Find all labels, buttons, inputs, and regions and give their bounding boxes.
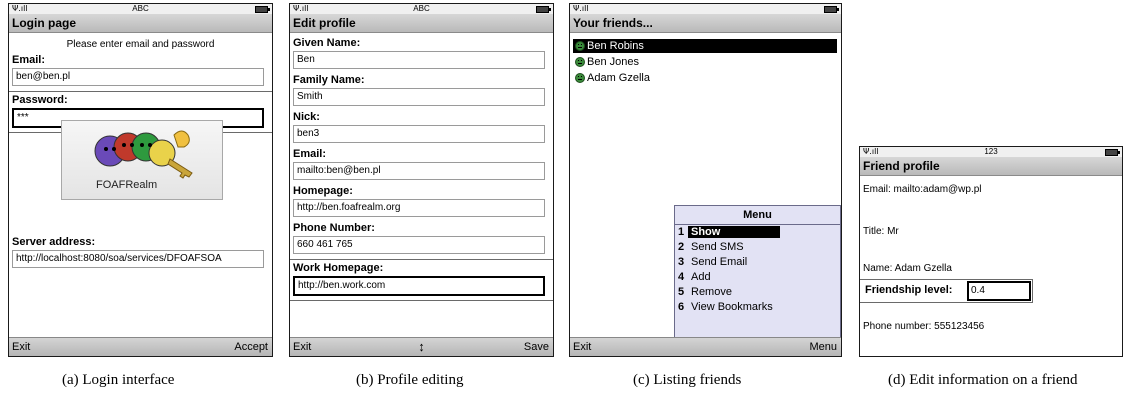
accept-softkey[interactable]: Accept	[234, 338, 268, 356]
nick-field[interactable]: ben3	[293, 125, 545, 143]
work-homepage-field[interactable]: http://ben.work.com	[293, 276, 545, 296]
family-name-label: Family Name:	[293, 74, 365, 86]
menu-item-label: Show	[688, 226, 781, 238]
friend-list-item[interactable]: Ben Robins	[573, 39, 837, 53]
menu-item-send-email[interactable]: 3 Send Email	[675, 255, 840, 270]
input-mode: ABC	[413, 4, 430, 13]
friend-phone-number: Phone number: 555123456	[863, 321, 985, 332]
exit-softkey[interactable]: Exit	[12, 338, 30, 356]
menu-item-label: Send SMS	[691, 241, 744, 253]
server-address-field[interactable]: http://localhost:8080/soa/services/DFOAF…	[12, 250, 264, 268]
status-bar: Ψ.ıll	[570, 4, 841, 14]
input-mode: 123	[984, 147, 998, 156]
save-softkey[interactable]: Save	[524, 338, 549, 356]
password-label: Password:	[12, 94, 68, 106]
battery-icon	[1105, 149, 1120, 156]
friend-name: Adam Gzella	[587, 72, 650, 84]
friendship-level-label: Friendship level:	[865, 284, 953, 296]
menu-item-number: 2	[678, 241, 685, 253]
status-bar: Ψ.ıll ABC	[290, 4, 553, 14]
caption-c: (c) Listing friends	[633, 372, 742, 388]
family-name-field[interactable]: Smith	[293, 88, 545, 106]
input-mode: ABC	[132, 4, 149, 13]
email-field[interactable]: mailto:ben@ben.pl	[293, 162, 545, 180]
battery-icon	[255, 6, 270, 13]
given-name-field[interactable]: Ben	[293, 51, 545, 69]
signal-strength-icon: Ψ.ıll	[573, 4, 589, 13]
friend-name: Name: Adam Gzella	[863, 263, 952, 274]
menu-item-send-sms[interactable]: 2 Send SMS	[675, 240, 840, 255]
friendship-level-row: Friendship level: 0.4	[860, 279, 1033, 303]
screen-title: Edit profile	[290, 14, 553, 33]
email-field[interactable]: ben@ben.pl	[12, 68, 264, 86]
login-instruction: Please enter email and password	[66, 39, 215, 50]
options-menu: Menu 1 Show 2 Send SMS 3 Send Email 4 Add 5R…	[674, 205, 841, 356]
friend-list-item[interactable]: Ben Jones	[573, 55, 837, 69]
friend-name: Ben Jones	[587, 56, 639, 68]
friend-profile-screen: Ψ.ıll 123 Friend profile Email: mailto:a…	[859, 146, 1123, 357]
email-label: Email:	[293, 148, 327, 160]
screen-title: Friend profile	[860, 157, 1122, 176]
menu-item-show[interactable]: 1 Show	[675, 225, 840, 240]
menu-item-label: Remove	[691, 286, 732, 298]
exit-softkey[interactable]: Exit	[573, 338, 591, 356]
homepage-field[interactable]: http://ben.foafrealm.org	[293, 199, 545, 217]
menu-item-label: Add	[691, 271, 711, 283]
smiley-icon	[575, 57, 585, 67]
friend-email: Email: mailto:adam@wp.pl	[863, 184, 982, 195]
server-address-label: Server address:	[12, 236, 96, 248]
caption-b: (b) Profile editing	[356, 372, 464, 388]
menu-item-number: 1	[678, 226, 685, 238]
battery-icon	[824, 6, 839, 13]
login-screen: Ψ.ıll ABC Login page Please enter email …	[8, 3, 273, 357]
menu-item-label: Send Email	[691, 256, 748, 268]
homepage-label: Homepage:	[293, 185, 353, 197]
friend-list-item[interactable]: Adam Gzella	[573, 71, 837, 85]
menu-item-add[interactable]: 4 Add	[675, 270, 840, 285]
menu-item-remove[interactable]: 5 Remove	[675, 285, 840, 300]
screen-title: Your friends...	[570, 14, 841, 33]
smiley-icon	[575, 73, 585, 83]
smiley-icon	[575, 41, 585, 51]
logo-text: FOAFRealm	[96, 179, 158, 191]
menu-title: Menu	[675, 206, 840, 225]
status-bar: Ψ.ıll 123	[860, 147, 1122, 157]
foafrealm-logo: FOAFRealm	[61, 120, 223, 200]
friends-list-screen: Ψ.ıll Your friends... Ben Robins Ben Jon…	[569, 3, 842, 357]
softkey-bar: Exit Accept	[9, 337, 272, 356]
phone-number-label: Phone Number:	[293, 222, 375, 234]
menu-item-number: 5	[678, 286, 685, 298]
phone-number-field[interactable]: 660 461 765	[293, 236, 545, 254]
menu-item-number: 6	[678, 301, 685, 313]
menu-item-number: 4	[678, 271, 685, 283]
scroll-arrows-icon: ↕	[418, 339, 425, 354]
menu-softkey[interactable]: Menu	[809, 338, 837, 356]
edit-profile-screen: Ψ.ıll ABC Edit profile Given Name: Ben F…	[289, 3, 554, 357]
friend-name: Ben Robins	[587, 40, 644, 52]
status-bar: Ψ.ıll ABC	[9, 4, 272, 14]
given-name-label: Given Name:	[293, 37, 361, 49]
work-homepage-label: Work Homepage:	[293, 262, 384, 274]
screen-title: Login page	[9, 14, 272, 33]
menu-item-label: View Bookmarks	[691, 301, 773, 313]
caption-a: (a) Login interface	[62, 372, 175, 388]
email-label: Email:	[12, 54, 46, 66]
caption-d: (d) Edit information on a friend	[888, 372, 1078, 388]
battery-icon	[536, 6, 551, 13]
friend-title: Title: Mr	[863, 226, 899, 237]
menu-item-view-bookmarks[interactable]: 6 View Bookmarks	[675, 300, 840, 315]
softkey-bar: Exit ↕ Save	[290, 337, 553, 356]
nick-label: Nick:	[293, 111, 320, 123]
menu-item-number: 3	[678, 256, 685, 268]
friendship-level-field[interactable]: 0.4	[967, 281, 1031, 301]
softkey-bar: Exit Menu	[570, 337, 841, 356]
